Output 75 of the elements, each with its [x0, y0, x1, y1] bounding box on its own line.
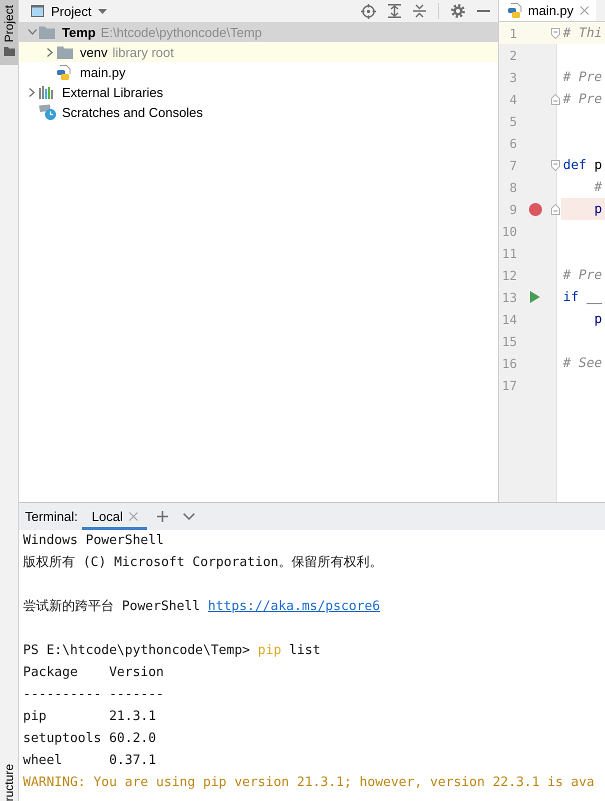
line-number: 13 — [502, 290, 517, 304]
settings-icon[interactable] — [451, 4, 465, 18]
code-line: # Pre — [563, 268, 602, 282]
arrows-apart-icon[interactable] — [388, 4, 401, 18]
code-line: p — [593, 312, 602, 326]
plus-icon[interactable] — [156, 511, 168, 522]
view-dropdown[interactable]: Project — [31, 4, 108, 18]
tree-item[interactable]: venv library root — [19, 42, 498, 62]
arrows-together-icon[interactable] — [413, 4, 426, 18]
python-file-icon — [508, 3, 522, 18]
link[interactable]: https://aka.ms/pscore6 — [208, 599, 380, 614]
editor-tab[interactable]: main.py — [499, 0, 596, 21]
fold-marker-icon[interactable] — [550, 204, 560, 214]
chevron-right-icon[interactable] — [47, 48, 53, 56]
code-line: if __ — [563, 290, 602, 304]
bar-chart-icon — [39, 86, 54, 98]
line-number: 10 — [502, 224, 517, 238]
run-icon[interactable] — [530, 291, 540, 303]
line-number: 1 — [509, 26, 517, 40]
fold-marker-icon[interactable] — [550, 94, 560, 104]
terminal-line: 尝试新的跨平台 PowerShell https://aka.ms/pscore6 — [23, 598, 380, 616]
crosshair-icon[interactable] — [361, 4, 376, 18]
tree-item[interactable]: Scratches and Consoles — [19, 102, 498, 122]
panel-title: Terminal: — [25, 509, 78, 524]
chevron-right-icon[interactable] — [29, 88, 35, 96]
clock-badge-icon — [39, 104, 56, 120]
folder-icon — [39, 26, 55, 38]
line-number: 11 — [502, 246, 517, 260]
line-number: 7 — [509, 158, 517, 172]
line-number: 9 — [509, 202, 517, 216]
code-line: # Pre — [563, 70, 602, 84]
line-number: 3 — [509, 70, 517, 84]
tool-window-tab[interactable]: Project — [0, 0, 18, 66]
line-number: 2 — [509, 48, 517, 62]
caret-down-icon — [98, 8, 108, 14]
breakpoint-icon[interactable] — [528, 202, 542, 216]
line-number: 5 — [509, 114, 517, 128]
terminal-tab[interactable]: Local — [82, 503, 147, 530]
terminal-line: WARNING: You are using pip version 21.3.1; however, version 22.3.1 is ava — [23, 774, 594, 792]
line-number: 8 — [509, 180, 517, 194]
python-file-icon — [57, 64, 71, 80]
terminal-line: setuptools 60.2.0 — [23, 730, 156, 748]
tree-item[interactable]: External Libraries — [19, 82, 498, 102]
line-number: 17 — [502, 378, 517, 392]
fold-marker-icon[interactable] — [550, 28, 560, 38]
terminal-line: pip 21.3.1 — [23, 708, 156, 726]
line-number: 15 — [502, 334, 517, 348]
chevron-down-icon[interactable] — [182, 513, 195, 520]
terminal-line: Windows PowerShell — [23, 532, 164, 550]
fold-marker-icon[interactable] — [550, 160, 560, 170]
code-line: # Thi — [563, 26, 602, 40]
terminal-line: ---------- ------- — [23, 686, 164, 704]
terminal-line: Package Version — [23, 664, 164, 682]
terminal-line: 版权所有 (C) Microsoft Corporation。保留所有权利。 — [23, 554, 382, 572]
code-line: def p — [563, 158, 602, 172]
terminal-line: wheel 0.37.1 — [23, 752, 156, 770]
code-line: # Pre — [563, 92, 602, 106]
tool-window-tab[interactable]: ructure — [0, 764, 18, 801]
code-line: # — [593, 180, 602, 194]
folder-icon — [57, 46, 73, 58]
tree-item[interactable]: main.py — [19, 62, 498, 82]
chevron-down-icon[interactable] — [28, 29, 36, 35]
terminal-line: PS E:\htcode\pythoncode\Temp> pip list — [23, 642, 320, 660]
close-icon[interactable] — [580, 6, 589, 15]
line-number: 12 — [502, 268, 517, 282]
close-icon[interactable] — [128, 512, 138, 521]
folder-icon — [4, 47, 14, 56]
code-line: # See — [563, 356, 602, 370]
tree-item[interactable]: Temp E:\htcode\pythoncode\Temp — [19, 22, 498, 42]
line-number: 6 — [509, 136, 517, 150]
code-line: p — [593, 202, 602, 216]
line-number: 16 — [502, 356, 517, 370]
window-icon — [31, 5, 44, 17]
line-number: 14 — [502, 312, 517, 326]
line-number: 4 — [509, 92, 517, 106]
